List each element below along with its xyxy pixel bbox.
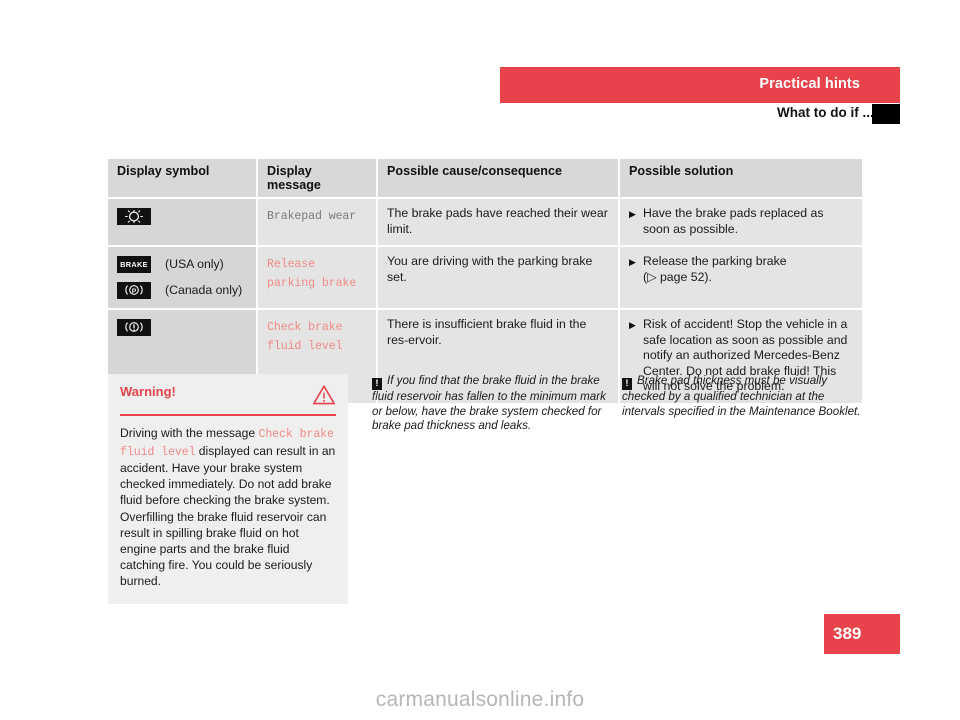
solution-text-wrap: Release the parking brake (▷ page 52). bbox=[643, 254, 853, 285]
note-text: Brake pad thickness must be visually che… bbox=[622, 374, 861, 418]
column-header-display-symbol: Display symbol bbox=[108, 159, 256, 197]
table-header-row: Display symbol Display message Possible … bbox=[108, 159, 862, 197]
note-text: If you find that the brake fluid in the … bbox=[372, 374, 606, 433]
symbol-entry: BRAKE (USA only) bbox=[117, 254, 247, 274]
warning-triangle-icon bbox=[313, 385, 335, 405]
table-row: Brakepad wear The brake pads have reache… bbox=[108, 199, 862, 245]
brake-pad-wear-icon bbox=[117, 207, 151, 225]
warning-box: Warning! Driving with the message Check … bbox=[108, 374, 348, 604]
section-header-bar: Practical hints bbox=[500, 67, 900, 103]
warning-text-part2: displayed can result in an accident. Hav… bbox=[120, 443, 336, 589]
warning-text-part1: Driving with the message bbox=[120, 426, 259, 440]
symbol-message-table: Display symbol Display message Possible … bbox=[108, 159, 862, 403]
cell-possible-cause: The brake pads have reached their wear l… bbox=[378, 199, 618, 245]
cell-display-symbol bbox=[108, 199, 256, 245]
cell-display-message: Brakepad wear bbox=[258, 199, 376, 245]
brake-pad-wear-glyph bbox=[125, 209, 143, 223]
display-message-text: Release parking brake bbox=[267, 258, 357, 290]
column-header-possible-cause: Possible cause/consequence bbox=[378, 159, 618, 197]
subsection-title: What to do if ...? bbox=[777, 105, 882, 120]
cell-display-symbol: BRAKE (USA only) P (Canada only) bbox=[108, 247, 256, 308]
warning-header: Warning! bbox=[120, 384, 336, 406]
solution-text: Release the parking brake bbox=[643, 254, 787, 268]
section-title: Practical hints bbox=[759, 76, 860, 92]
solution-item: ▶ Have the brake pads replaced as soon a… bbox=[629, 206, 853, 237]
cell-display-message: Release parking brake bbox=[258, 247, 376, 308]
solution-text: Have the brake pads replaced as soon as … bbox=[643, 206, 824, 236]
column-header-possible-solution: Possible solution bbox=[620, 159, 862, 197]
warning-divider bbox=[120, 414, 336, 416]
cell-possible-solution: ▶ Release the parking brake (▷ page 52). bbox=[620, 247, 862, 308]
brake-warning-icon: BRAKE bbox=[117, 255, 151, 273]
symbol-note-usa: (USA only) bbox=[165, 257, 224, 271]
svg-text:P: P bbox=[132, 288, 137, 295]
solution-page-reference: (▷ page 52). bbox=[643, 269, 712, 284]
info-exclamation-icon: ! bbox=[622, 378, 632, 390]
triangle-bullet-icon: ▶ bbox=[629, 209, 636, 219]
symbol-entry bbox=[117, 317, 247, 337]
warning-text: Driving with the message Check brake flu… bbox=[120, 425, 336, 590]
page-number-box: 389 bbox=[824, 614, 900, 654]
display-message-text: Brakepad wear bbox=[267, 210, 357, 223]
brake-fluid-warning-glyph bbox=[125, 322, 143, 332]
table-row: BRAKE (USA only) P (Canada only) Release… bbox=[108, 247, 862, 308]
watermark: carmanualsonline.info bbox=[375, 688, 585, 711]
symbol-entry bbox=[117, 206, 247, 226]
info-exclamation-icon: ! bbox=[372, 378, 382, 390]
chapter-thumb-tab bbox=[872, 104, 900, 124]
solution-item: ▶ Release the parking brake (▷ page 52). bbox=[629, 254, 853, 285]
parking-brake-p-glyph: P bbox=[125, 285, 143, 295]
symbol-note-canada: (Canada only) bbox=[165, 283, 243, 297]
warning-title: Warning! bbox=[120, 384, 176, 399]
triangle-bullet-icon: ▶ bbox=[629, 257, 636, 267]
cell-possible-solution: ▶ Have the brake pads replaced as soon a… bbox=[620, 199, 862, 245]
brake-fluid-warning-icon bbox=[117, 318, 151, 336]
column-header-display-message: Display message bbox=[258, 159, 376, 197]
manual-page: Practical hints What to do if ...? Displ… bbox=[0, 0, 960, 720]
cell-possible-cause: You are driving with the parking brake s… bbox=[378, 247, 618, 308]
display-message-text: Check brake fluid level bbox=[267, 321, 343, 353]
note-brake-fluid: ! If you find that the brake fluid in the… bbox=[372, 374, 610, 434]
brake-label-text: BRAKE bbox=[120, 259, 148, 269]
parking-brake-p-icon: P bbox=[117, 281, 151, 299]
page-number: 389 bbox=[833, 624, 862, 643]
symbol-entry: P (Canada only) bbox=[117, 280, 247, 300]
note-brake-pad-thickness: ! Brake pad thickness must be visually ch… bbox=[622, 374, 862, 419]
